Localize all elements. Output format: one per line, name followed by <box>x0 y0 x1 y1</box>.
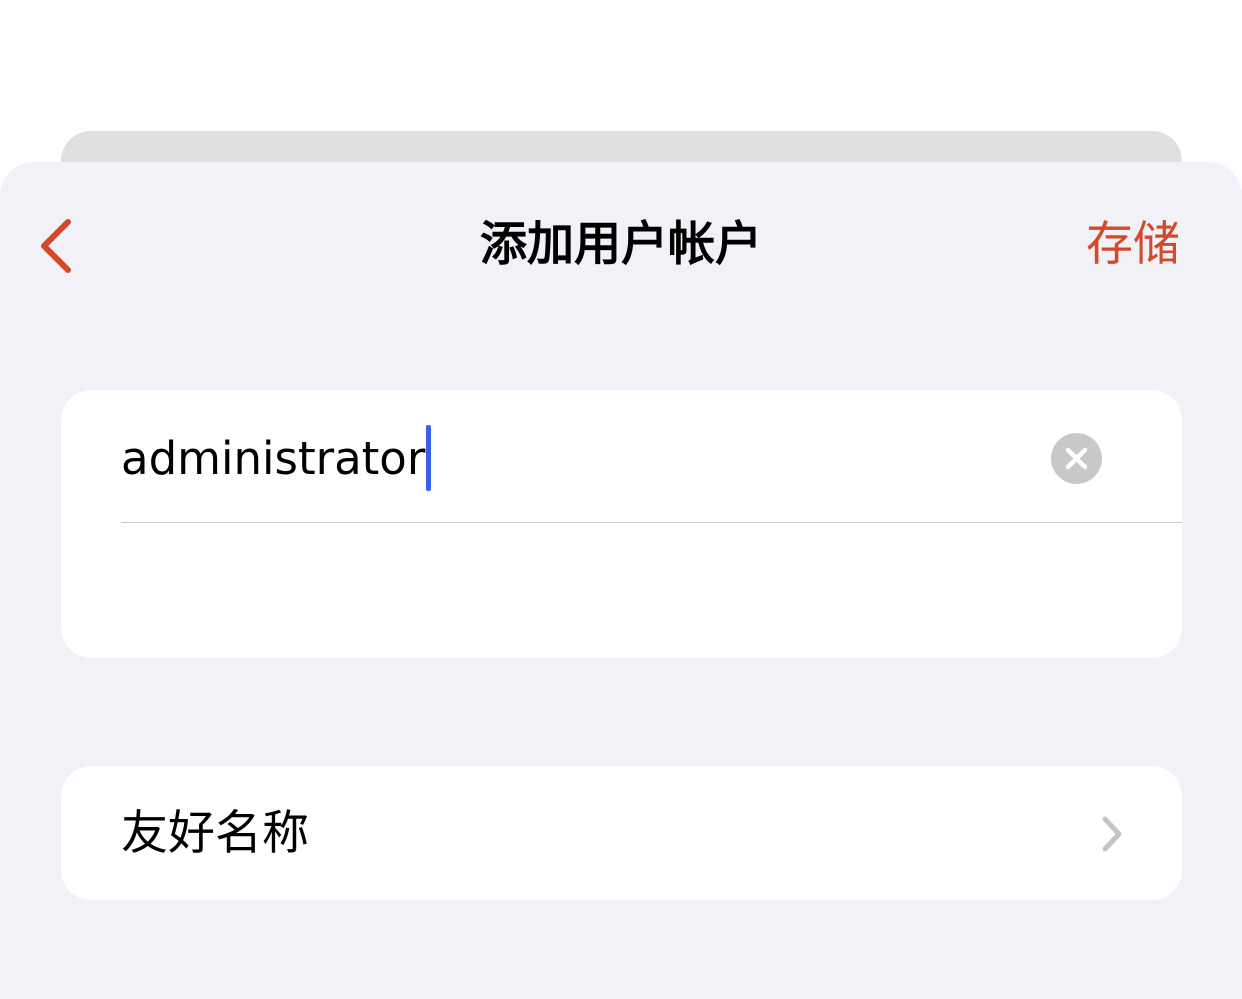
friendly-name-row[interactable]: 友好名称 <box>61 766 1182 900</box>
account-card: administrator <box>61 390 1182 658</box>
save-button[interactable]: 存储 <box>1086 212 1180 278</box>
clear-circle-icon <box>1065 447 1088 470</box>
username-row: administrator <box>121 390 1182 523</box>
text-caret <box>426 425 432 491</box>
clear-button[interactable] <box>1051 433 1102 484</box>
chevron-right-icon <box>1102 816 1122 852</box>
friendly-name-label: 友好名称 <box>121 806 309 861</box>
username-field[interactable]: administrator <box>121 425 432 491</box>
page-title: 添加用户帐户 <box>480 217 762 272</box>
username-value: administrator <box>121 431 426 485</box>
